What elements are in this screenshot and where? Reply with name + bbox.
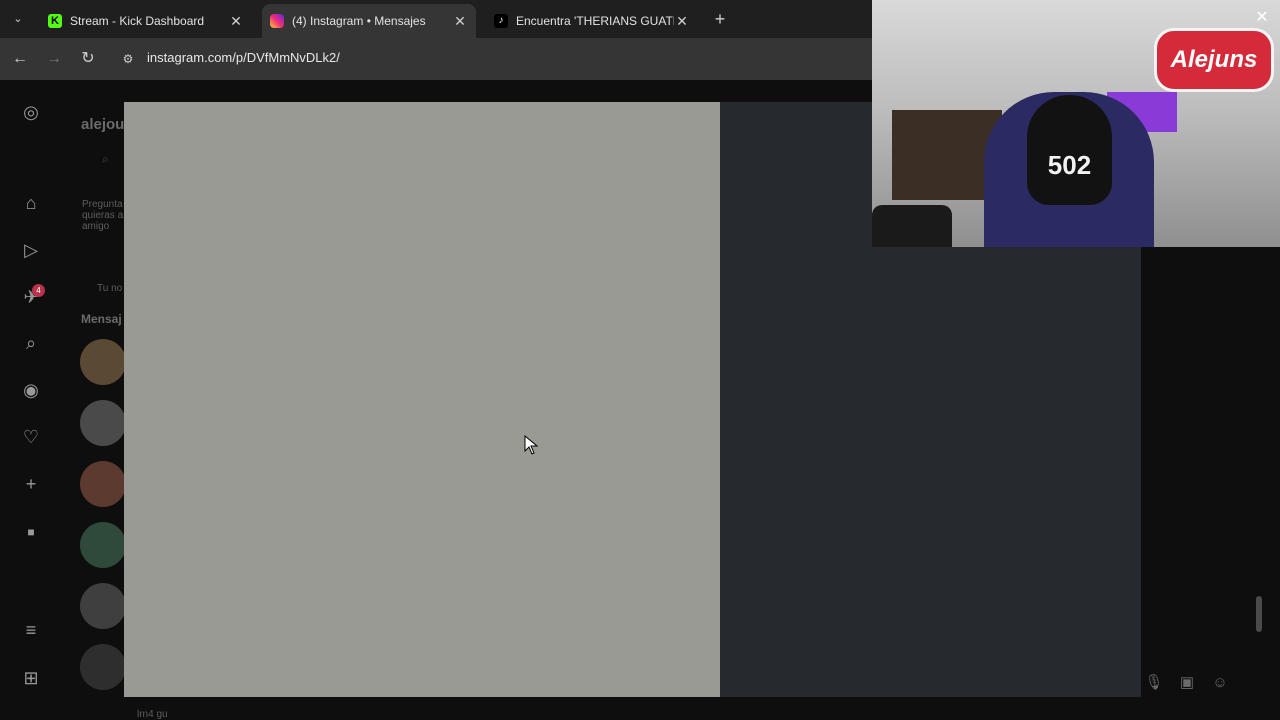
tab-tiktok-therians[interactable]: ♪ Encuentra 'THERIANS GUATEMA ✕ — [486, 4, 698, 38]
close-icon[interactable]: ✕ — [1252, 8, 1272, 28]
heart-icon[interactable]: ♡ — [19, 425, 43, 449]
back-arrow-icon[interactable]: ← — [9, 48, 31, 70]
more-apps-icon[interactable]: ⊞ — [19, 666, 43, 690]
avatar[interactable] — [80, 339, 126, 385]
scrollbar-thumb[interactable] — [1256, 596, 1262, 632]
close-tab-icon[interactable]: ✕ — [674, 13, 690, 30]
site-settings-icon[interactable]: ⚙ — [118, 49, 138, 69]
address-bar[interactable]: instagram.com/p/DVfMmNvDLk2/ — [147, 50, 340, 65]
search-icon[interactable]: ⌕ — [19, 331, 43, 355]
webcam-cap: 502 — [1027, 95, 1112, 205]
search-icon[interactable]: ⌕ — [102, 152, 109, 167]
instagram-logo-icon[interactable]: ◎ — [19, 100, 43, 124]
kick-icon: K — [48, 14, 62, 28]
tab-instagram-mensajes[interactable]: (4) Instagram • Mensajes ✕ — [262, 4, 476, 38]
avatar[interactable] — [80, 522, 126, 568]
home-icon[interactable]: ⌂ — [19, 191, 43, 215]
tab-search-chevron-icon[interactable]: ⌄ — [8, 9, 28, 29]
inbox-footer-text: lrn4 gu — [137, 709, 168, 720]
profile-icon[interactable]: ■ — [19, 520, 43, 544]
tab-kick-dashboard[interactable]: K Stream - Kick Dashboard ✕ — [40, 4, 252, 38]
reels-icon[interactable]: ▷ — [19, 238, 43, 262]
instagram-icon — [270, 14, 284, 28]
inbox-username: alejou — [81, 116, 125, 133]
avatar[interactable] — [80, 583, 126, 629]
avatar[interactable] — [80, 400, 126, 446]
avatar[interactable] — [80, 644, 126, 690]
microphone-icon[interactable]: 🎙 — [1143, 672, 1165, 694]
your-note-label: Tu no — [97, 283, 123, 294]
tab-title: Stream - Kick Dashboard — [70, 14, 205, 28]
notes-prompt: Pregunta l quieras a amigo — [82, 199, 128, 232]
browser-toolbar: ← → ↻ ⚙ instagram.com/p/DVfMmNvDLk2/ — [0, 38, 872, 80]
tab-title: Encuentra 'THERIANS GUATEMA — [516, 14, 674, 28]
messages-header: Mensaj — [81, 312, 122, 326]
avatar[interactable] — [80, 461, 126, 507]
mouse-cursor-icon — [524, 435, 538, 455]
new-tab-plus-icon[interactable]: + — [709, 8, 731, 30]
streamer-logo: Alejuns — [1154, 28, 1274, 92]
sticker-icon[interactable]: ☺ — [1209, 672, 1231, 694]
image-upload-icon[interactable]: ▣ — [1176, 672, 1198, 694]
close-tab-icon[interactable]: ✕ — [228, 13, 244, 30]
webcam-overlay: 502 Alejuns ✕ — [872, 0, 1280, 247]
post-image[interactable] — [124, 102, 720, 697]
webcam-rug — [872, 205, 952, 247]
close-tab-icon[interactable]: ✕ — [452, 13, 468, 30]
create-plus-icon[interactable]: + — [19, 472, 43, 496]
forward-arrow-icon[interactable]: → — [43, 48, 65, 70]
tab-title: (4) Instagram • Mensajes — [292, 14, 426, 28]
explore-icon[interactable]: ◉ — [19, 378, 43, 402]
browser-tab-bar: ⌄ K Stream - Kick Dashboard ✕ (4) Instag… — [0, 0, 872, 38]
notification-badge: 4 — [32, 284, 45, 297]
menu-icon[interactable]: ≡ — [19, 618, 43, 642]
tiktok-icon: ♪ — [494, 14, 508, 28]
reload-icon[interactable]: ↻ — [77, 48, 99, 70]
